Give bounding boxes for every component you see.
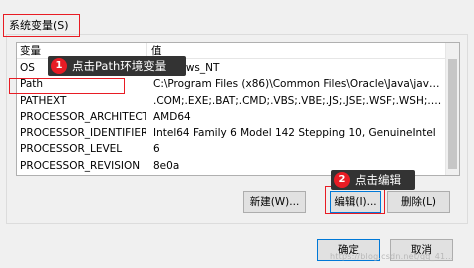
table-row[interactable]: PROCESSOR_IDENTIFIER Intel64 Family 6 Mo…: [17, 125, 445, 141]
row-value: 6: [153, 143, 160, 156]
callout-click-path: 1 点击Path环境变量: [48, 56, 186, 76]
scrollbar-thumb[interactable]: [448, 59, 457, 169]
row-value: Intel64 Family 6 Model 142 Stepping 10, …: [153, 127, 436, 140]
table-row[interactable]: PATHEXT .COM;.EXE;.BAT;.CMD;.VBS;.VBE;.J…: [17, 93, 445, 109]
callout-badge-1: 1: [51, 58, 67, 74]
row-name: PATHEXT: [20, 94, 67, 107]
row-value: Windows_NT: [153, 62, 220, 74]
row-name: PROCESSOR_IDENTIFIER: [20, 127, 146, 140]
delete-button[interactable]: 删除(L): [387, 191, 450, 213]
table-row[interactable]: PROCESSOR_LEVEL 6: [17, 141, 445, 157]
row-name: PROCESSOR_ARCHITECT...: [20, 110, 146, 123]
table-row[interactable]: PROCESSOR_ARCHITECT... AMD64: [17, 109, 445, 125]
callout-click-edit: 2 点击编辑: [331, 170, 415, 190]
row-value: AMD64: [153, 110, 191, 123]
highlight-box-title: [3, 14, 80, 37]
row-value: .COM;.EXE;.BAT;.CMD;.VBS;.VBE;.JS;.JSE;.…: [153, 94, 443, 107]
row-value: C:\Program Files (x86)\Common Files\Orac…: [153, 78, 443, 91]
new-button[interactable]: 新建(W)...: [243, 191, 306, 213]
callout-badge-2: 2: [334, 172, 350, 188]
watermark-text: https://blog.csdn.net/qq_41...: [330, 252, 454, 261]
highlight-box-path-row: [9, 78, 125, 94]
callout-text-2: 点击编辑: [355, 173, 401, 187]
highlight-box-edit-button: [325, 186, 385, 214]
table-scrollbar[interactable]: [445, 43, 459, 175]
callout-text-1: 点击Path环境变量: [72, 59, 167, 73]
row-name: PROCESSOR_REVISION: [20, 159, 141, 172]
row-name: PROCESSOR_LEVEL: [20, 143, 123, 156]
